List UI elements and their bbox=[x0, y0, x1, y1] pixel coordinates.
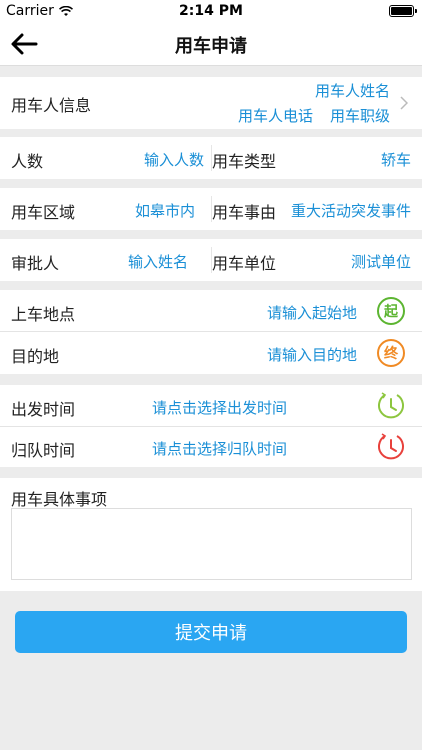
nav-bar: 用车申请 bbox=[0, 22, 422, 66]
end-marker-icon: 终 bbox=[377, 339, 405, 367]
reason-label: 用车事由 bbox=[212, 203, 277, 222]
area-reason-row: 用车区域 如皋市内 用车事由 重大活动突发事件 bbox=[0, 188, 422, 230]
car-type-value[interactable]: 轿车 bbox=[381, 149, 411, 170]
reason-value[interactable]: 重大活动突发事件 bbox=[291, 200, 411, 221]
return-time-row[interactable]: 归队时间 请点击选择归队时间 bbox=[0, 427, 422, 467]
details-textarea[interactable] bbox=[11, 508, 412, 580]
depart-time-picker[interactable]: 请点击选择出发时间 bbox=[152, 397, 287, 418]
return-time-label: 归队时间 bbox=[11, 441, 76, 460]
user-info-section[interactable]: 用车人信息 用车人姓名 用车人电话 用车职级 bbox=[0, 77, 422, 129]
locations-section: 上车地点 请输入起始地 起 目的地 请输入目的地 终 bbox=[0, 290, 422, 374]
unit-label: 用车单位 bbox=[212, 254, 277, 273]
end-location-row[interactable]: 目的地 请输入目的地 终 bbox=[0, 332, 422, 374]
car-type-label: 用车类型 bbox=[212, 152, 277, 171]
status-bar: Carrier 2:14 PM bbox=[0, 0, 422, 22]
chevron-right-icon bbox=[400, 96, 408, 110]
start-location-input[interactable]: 请输入起始地 bbox=[267, 302, 357, 323]
end-marker-text: 终 bbox=[384, 346, 398, 362]
people-count-label: 人数 bbox=[11, 152, 44, 171]
people-type-row: 人数 输入人数 用车类型 轿车 bbox=[0, 137, 422, 179]
people-count-input[interactable]: 输入人数 bbox=[144, 149, 204, 170]
details-label: 用车具体事项 bbox=[11, 490, 108, 509]
page-title: 用车申请 bbox=[175, 36, 247, 57]
start-marker-icon: 起 bbox=[377, 297, 405, 325]
area-value[interactable]: 如皋市内 bbox=[135, 200, 195, 221]
end-location-label: 目的地 bbox=[11, 347, 60, 366]
times-section: 出发时间 请点击选择出发时间 归队时间 请点击选择归队时间 bbox=[0, 385, 422, 467]
clock-red-icon bbox=[378, 433, 404, 460]
unit-value[interactable]: 测试单位 bbox=[351, 251, 411, 272]
user-info-label: 用车人信息 bbox=[11, 96, 92, 115]
end-location-input[interactable]: 请输入目的地 bbox=[267, 344, 357, 365]
user-phone-value[interactable]: 用车人电话 bbox=[238, 105, 313, 126]
submit-button[interactable]: 提交申请 bbox=[15, 611, 407, 653]
approver-input[interactable]: 输入姓名 bbox=[128, 251, 188, 272]
user-name-value[interactable]: 用车人姓名 bbox=[315, 80, 390, 101]
clock-green-icon bbox=[378, 392, 404, 419]
approver-unit-row: 审批人 输入姓名 用车单位 测试单位 bbox=[0, 239, 422, 281]
details-section: 用车具体事项 bbox=[0, 478, 422, 591]
area-label: 用车区域 bbox=[11, 203, 76, 222]
depart-time-label: 出发时间 bbox=[11, 400, 76, 419]
start-location-label: 上车地点 bbox=[11, 305, 76, 324]
status-time: 2:14 PM bbox=[179, 3, 243, 19]
user-rank-value[interactable]: 用车职级 bbox=[330, 105, 390, 126]
start-location-row[interactable]: 上车地点 请输入起始地 起 bbox=[0, 290, 422, 332]
return-time-picker[interactable]: 请点击选择归队时间 bbox=[152, 438, 287, 459]
start-marker-text: 起 bbox=[384, 304, 398, 320]
depart-time-row[interactable]: 出发时间 请点击选择出发时间 bbox=[0, 385, 422, 427]
approver-label: 审批人 bbox=[11, 254, 60, 273]
battery-icon bbox=[389, 5, 417, 17]
